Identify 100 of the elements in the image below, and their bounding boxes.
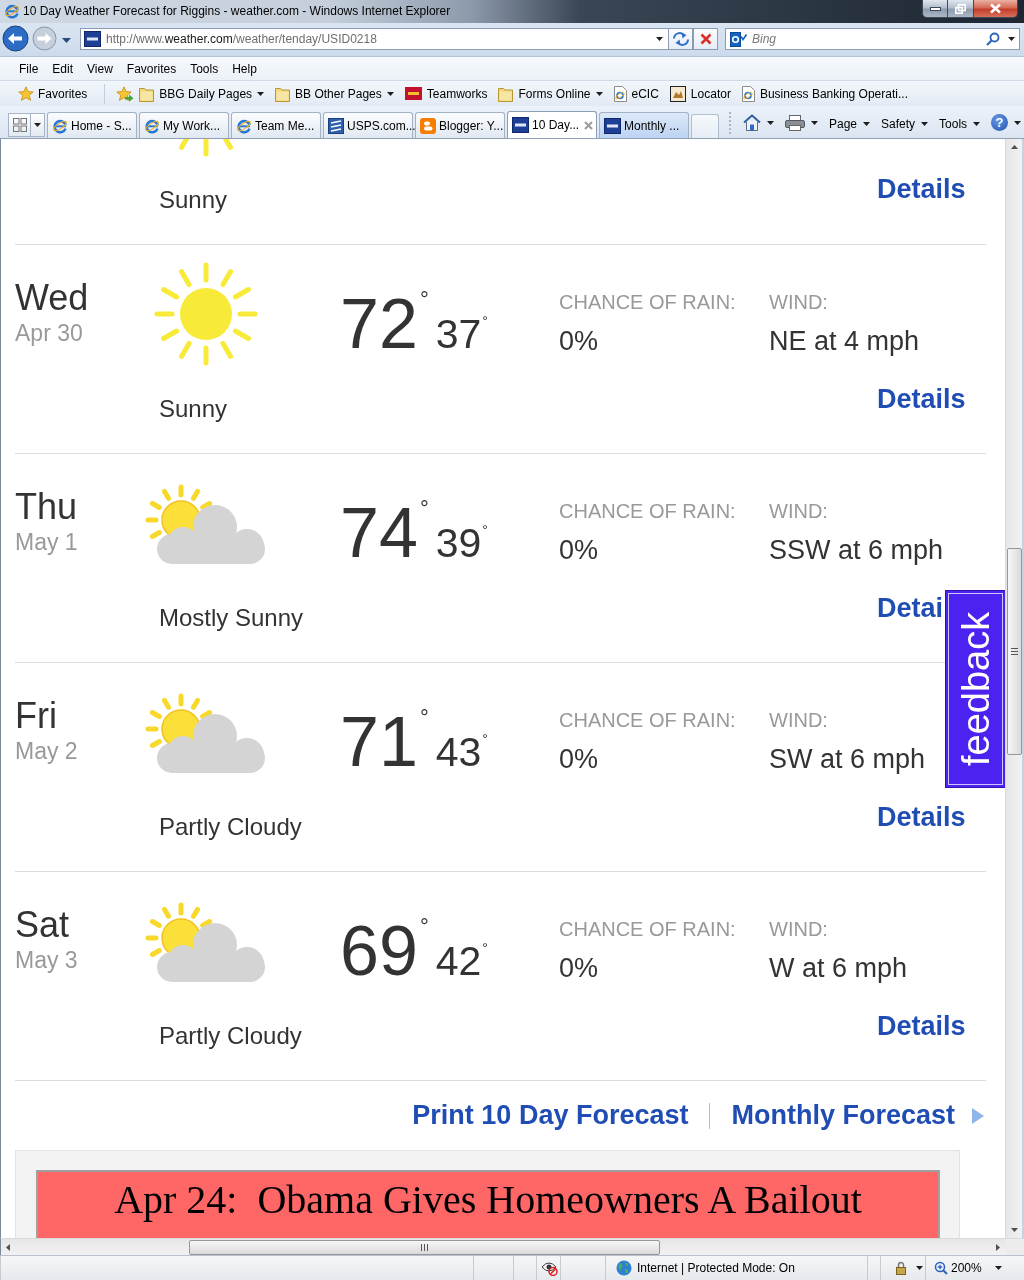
details-link[interactable]: Details bbox=[877, 384, 966, 415]
scroll-right-icon[interactable] bbox=[996, 1243, 1000, 1251]
grid-icon bbox=[12, 118, 27, 132]
scrollbar-thumb[interactable] bbox=[1006, 548, 1022, 755]
browser-logo-icon bbox=[4, 3, 20, 19]
condition-text: Sunny bbox=[159, 395, 228, 423]
ad-headline[interactable]: Apr 24: Obama Gives Homeowners A Bailout bbox=[114, 1178, 862, 1222]
details-link[interactable]: Details bbox=[877, 802, 966, 833]
browser-tab[interactable]: Monthly ... bbox=[599, 112, 689, 138]
sun-behind-cloud-icon bbox=[145, 484, 266, 565]
minimize-button[interactable] bbox=[922, 0, 948, 18]
browser-logo-icon bbox=[52, 117, 68, 134]
browser-tab[interactable]: My Work... bbox=[139, 112, 229, 138]
add-favorite-icon[interactable] bbox=[116, 85, 135, 102]
site-logo-icon bbox=[512, 117, 529, 133]
rain-label: CHANCE OF RAIN: bbox=[559, 708, 736, 732]
wind-value: SW at 6 mph bbox=[769, 744, 926, 774]
history-dropdown-icon[interactable] bbox=[62, 38, 71, 43]
zoom-button[interactable]: 200% bbox=[934, 1261, 1002, 1275]
vertical-scrollbar[interactable] bbox=[1005, 139, 1022, 1238]
search-input[interactable]: Bing bbox=[752, 32, 986, 46]
condition-text: Sunny bbox=[159, 186, 228, 214]
sun-behind-cloud-icon bbox=[145, 693, 266, 774]
address-field[interactable]: http://www.weather.com/weather/tenday/USID0218 bbox=[80, 28, 668, 50]
favorites-link[interactable]: Business Banking Operati... bbox=[738, 83, 911, 104]
menu-item[interactable]: Edit bbox=[45, 59, 81, 78]
details-link[interactable]: Detai bbox=[877, 593, 944, 624]
search-provider-icon bbox=[730, 31, 747, 47]
menu-button[interactable]: Tools bbox=[936, 115, 984, 133]
browser-tab[interactable]: Home - S... bbox=[47, 112, 137, 138]
refresh-button[interactable] bbox=[668, 28, 693, 50]
scrollbar-thumb[interactable] bbox=[189, 1239, 660, 1255]
footer-link[interactable]: Print 10 Day Forecast bbox=[412, 1100, 689, 1131]
search-icon[interactable] bbox=[986, 32, 1000, 46]
favorites-link[interactable]: eCIC bbox=[610, 83, 662, 104]
rain-chance: 0% bbox=[559, 326, 599, 356]
high-temperature: 71$^{°}$ bbox=[340, 707, 429, 777]
browser-tab[interactable]: 10 Day... bbox=[507, 111, 597, 138]
sun-behind-cloud-icon bbox=[145, 902, 266, 983]
zoom-icon bbox=[934, 1261, 948, 1275]
favorites-link[interactable]: Forms Online bbox=[495, 83, 606, 104]
details-link[interactable]: Details bbox=[877, 1011, 966, 1042]
low-temperature: 39$^{°}$ bbox=[435, 523, 488, 564]
day-name: Fri bbox=[15, 696, 57, 736]
privacy-icon[interactable] bbox=[541, 1260, 558, 1276]
rain-chance: 0% bbox=[559, 535, 599, 565]
caret-icon bbox=[863, 122, 871, 126]
search-box[interactable]: Bing bbox=[725, 28, 1020, 50]
sun-icon bbox=[152, 262, 260, 366]
menu-item[interactable]: Favorites bbox=[119, 59, 184, 78]
site-logo-icon bbox=[328, 117, 344, 134]
help-icon: ? bbox=[991, 114, 1009, 131]
back-button[interactable] bbox=[2, 25, 29, 52]
day-name: Sat bbox=[15, 905, 70, 945]
wind-value: NE at 4 mph bbox=[769, 326, 920, 356]
favorites-link[interactable]: Teamworks bbox=[401, 84, 491, 103]
grip-icon bbox=[1010, 648, 1018, 655]
browser-tab[interactable]: USPS.com... bbox=[323, 112, 413, 138]
browser-logo-icon bbox=[144, 117, 160, 134]
details-link[interactable]: Details bbox=[877, 174, 966, 205]
star-icon bbox=[18, 85, 34, 102]
scroll-up-icon[interactable] bbox=[1010, 145, 1018, 149]
grip-icon bbox=[421, 1243, 428, 1251]
favorites-link[interactable]: BB Other Pages bbox=[272, 83, 397, 104]
high-temperature: 69$^{°}$ bbox=[340, 916, 429, 986]
favorites-button[interactable]: Favorites bbox=[15, 83, 91, 104]
menu-item[interactable]: View bbox=[80, 59, 120, 78]
caret-icon bbox=[767, 120, 774, 125]
scroll-left-icon[interactable] bbox=[6, 1243, 10, 1251]
close-tab-icon[interactable] bbox=[584, 120, 593, 130]
site-logo-icon bbox=[420, 117, 436, 134]
menu-button[interactable]: Page bbox=[826, 115, 874, 133]
caret-icon bbox=[656, 37, 663, 41]
menu-button[interactable]: Safety bbox=[878, 115, 932, 133]
security-button[interactable] bbox=[893, 1260, 923, 1276]
condition-text: Partly Cloudy bbox=[159, 813, 302, 841]
quick-tabs-button[interactable] bbox=[8, 113, 31, 137]
feedback-tab[interactable]: feedback bbox=[945, 590, 1005, 788]
ad-banner[interactable]: Apr 24: Obama Gives Homeowners A Bailout bbox=[36, 1170, 940, 1238]
browser-tab[interactable]: Blogger: Y... bbox=[415, 112, 505, 138]
favorites-link[interactable]: Locator bbox=[666, 83, 734, 104]
menu-item[interactable]: Help bbox=[225, 59, 264, 78]
wind-label: WIND: bbox=[769, 290, 828, 314]
print-button[interactable] bbox=[782, 113, 821, 133]
caret-icon bbox=[973, 122, 981, 126]
footer-link[interactable]: Monthly Forecast bbox=[731, 1100, 955, 1131]
menu-item[interactable]: File bbox=[12, 59, 46, 78]
tab-list-button[interactable] bbox=[31, 113, 45, 137]
scroll-down-icon[interactable] bbox=[1010, 1228, 1018, 1232]
stop-button[interactable] bbox=[693, 28, 718, 50]
close-button[interactable] bbox=[974, 0, 1018, 18]
help-button[interactable]: ? bbox=[988, 112, 1024, 133]
browser-tab[interactable]: Team Me... bbox=[231, 112, 321, 138]
site-logo-icon bbox=[604, 117, 621, 134]
caret-icon bbox=[921, 122, 929, 126]
rain-chance: 0% bbox=[559, 744, 599, 774]
wind-label: WIND: bbox=[769, 708, 828, 732]
favorites-link[interactable]: BBG Daily Pages bbox=[136, 83, 268, 104]
menu-item[interactable]: Tools bbox=[183, 59, 226, 78]
restore-button[interactable] bbox=[948, 0, 974, 18]
